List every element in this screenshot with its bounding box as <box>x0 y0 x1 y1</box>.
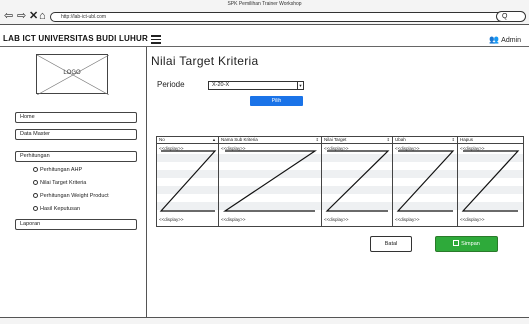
column-no: No ▲ <<display>> <<display>> <box>157 137 219 226</box>
periode-label: Periode <box>157 80 185 89</box>
radio-icon <box>33 206 38 211</box>
column-nilai-target: Nilai Target ⇕ <<display>> <<display>> <box>322 137 393 226</box>
save-icon <box>453 240 460 246</box>
sidebar-item-data-master[interactable]: Data Master <box>15 129 137 140</box>
placeholder-z-icon <box>159 150 217 212</box>
subitem-label: Nilai Target Kriteria <box>40 180 87 186</box>
page-title: Nilai Target Kriteria <box>151 54 259 68</box>
users-icon: 👥 <box>489 35 500 44</box>
sort-icon: ⇕ <box>386 137 390 142</box>
subitem-label: Hasil Keputusan <box>40 206 81 212</box>
brand-title: LAB ICT UNIVERSITAS BUDI LUHUR <box>3 34 148 43</box>
placeholder-z-icon <box>396 150 455 212</box>
sidebar-item-home[interactable]: Home <box>15 112 137 123</box>
radio-icon <box>33 193 38 198</box>
column-header-hapus[interactable]: Hapus <box>458 137 523 144</box>
sidebar-subitem-perhitungan-ahp[interactable]: Perhitungan AHP <box>33 167 82 173</box>
sidebar-subitem-hasil-keputusan[interactable]: Hasil Keputusan <box>33 206 80 212</box>
sidebar: LOGO Home Data Master Perhitungan Perhit… <box>0 47 147 317</box>
app-header: LAB ICT UNIVERSITAS BUDI LUHUR 👥 Admin <box>0 31 529 47</box>
cell-bottom: <<display>> <box>460 217 485 222</box>
cell-bottom: <<display>> <box>221 217 246 222</box>
column-header-no[interactable]: No ▲ <box>157 137 218 144</box>
column-ubah: Ubah ⇕ <<display>> <<display>> <box>393 137 458 226</box>
url-field[interactable]: http://lab-ict-ubl.com <box>50 12 512 22</box>
logo-text: LOGO <box>63 70 81 76</box>
sort-icon: ⇕ <box>315 137 319 142</box>
placeholder-z-icon <box>223 150 317 212</box>
forward-arrow-icon[interactable]: ⇨ <box>17 10 26 22</box>
subitem-label: Perhitungan AHP <box>40 167 83 173</box>
column-nama-sub-kriteria: Nama Sub Kriteria ⇕ <<display>> <<display… <box>219 137 322 226</box>
cell-bottom: <<display>> <box>324 217 349 222</box>
sidebar-subitem-perhitungan-weight-product[interactable]: Perhitungan Weight Product <box>33 193 109 199</box>
logo-placeholder: LOGO <box>36 54 109 95</box>
user-menu[interactable]: 👥 Admin <box>489 35 521 44</box>
user-label: Admin <box>501 37 521 44</box>
column-header-nama-sub-kriteria[interactable]: Nama Sub Kriteria ⇕ <box>219 137 321 144</box>
browser-search-field[interactable]: Q <box>496 11 526 22</box>
simpan-label: Simpan <box>461 241 480 247</box>
pilih-button[interactable]: Pilih <box>250 96 303 106</box>
batal-button[interactable]: Batal <box>370 236 412 252</box>
simpan-button[interactable]: Simpan <box>435 236 498 252</box>
browser-toolbar: ⇦ ⇨ ✕ ⌂ http://lab-ict-ubl.com Q <box>0 8 529 25</box>
cell-bottom: <<display>> <box>395 217 420 222</box>
sort-icon: ⇕ <box>451 137 455 142</box>
back-arrow-icon[interactable]: ⇦ <box>4 10 13 22</box>
home-icon[interactable]: ⌂ <box>39 10 46 22</box>
cell-bottom: <<display>> <box>159 217 184 222</box>
sidebar-item-perhitungan[interactable]: Perhitungan <box>15 151 137 162</box>
placeholder-z-icon <box>461 150 520 212</box>
close-icon[interactable]: ✕ <box>29 10 38 22</box>
column-header-nilai-target[interactable]: Nilai Target ⇕ <box>322 137 392 144</box>
sort-icon: ▲ <box>212 137 216 142</box>
sidebar-item-laporan[interactable]: Laporan <box>15 219 137 230</box>
window-title: SPK Pemilihan Trainer Workshop <box>0 0 529 8</box>
column-header-ubah[interactable]: Ubah ⇕ <box>393 137 457 144</box>
chevron-down-icon: ▼ <box>297 82 303 89</box>
radio-icon <box>33 180 38 185</box>
sidebar-subitem-nilai-target-kriteria[interactable]: Nilai Target Kriteria <box>33 180 86 186</box>
periode-value: X-20-X <box>212 82 230 88</box>
hamburger-menu-icon[interactable] <box>151 35 161 44</box>
column-hapus: Hapus <<display>> <<display>> <box>458 137 523 226</box>
target-table: No ▲ <<display>> <<display>> Nama Sub Kri… <box>156 136 524 227</box>
radio-icon <box>33 167 38 172</box>
status-bar <box>0 317 529 324</box>
periode-select[interactable]: X-20-X ▼ <box>208 81 304 90</box>
placeholder-z-icon <box>325 150 390 212</box>
subitem-label: Perhitungan Weight Product <box>40 193 109 199</box>
